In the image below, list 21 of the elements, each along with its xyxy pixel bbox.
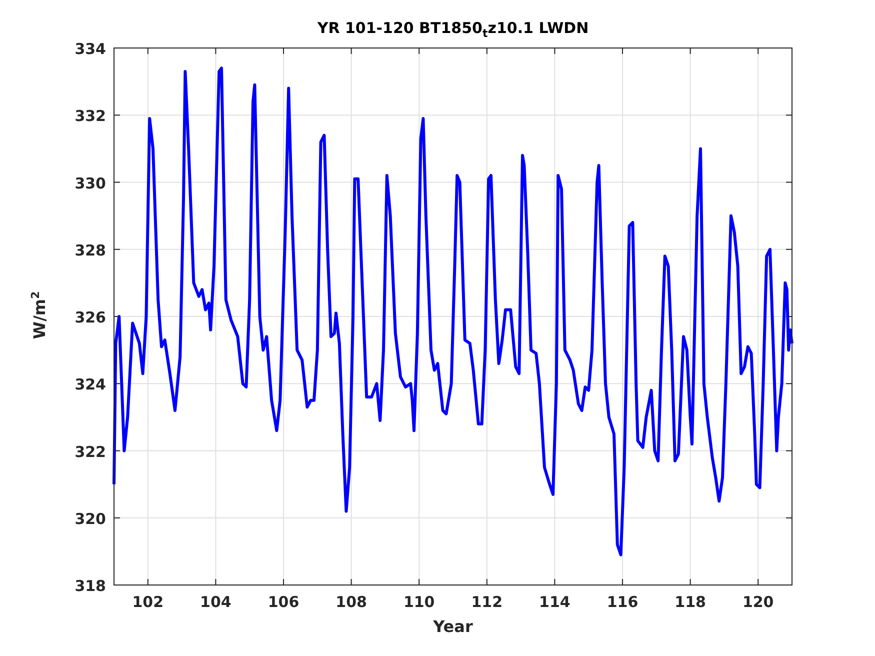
x-tick-label: 104	[200, 593, 232, 611]
y-tick-label: 334	[74, 40, 106, 58]
y-tick-label: 324	[74, 376, 106, 394]
x-tick-label: 118	[674, 593, 706, 611]
x-tick-label: 106	[268, 593, 300, 611]
y-tick-label: 326	[74, 308, 106, 326]
x-tick-label: 112	[471, 593, 503, 611]
x-tick-label: 108	[336, 593, 367, 611]
x-tick-label: 110	[403, 593, 435, 611]
y-tick-label: 328	[74, 241, 106, 260]
y-tick-label: 330	[74, 174, 106, 192]
y-tick-label: 332	[74, 107, 106, 126]
chart-title: YR 101-120 BT1850$_{t}$z10.1 LWDN	[316, 19, 590, 40]
x-axis-label: Year	[432, 617, 474, 636]
y-tick-label: 322	[74, 442, 106, 461]
y-tick-label: 320	[74, 510, 106, 528]
y-tick-label: 318	[74, 577, 106, 595]
x-tick-label: 120	[742, 593, 774, 611]
x-tick-label: 116	[606, 593, 638, 611]
x-tick-label: 102	[132, 593, 164, 611]
x-tick-label: 114	[539, 593, 570, 611]
